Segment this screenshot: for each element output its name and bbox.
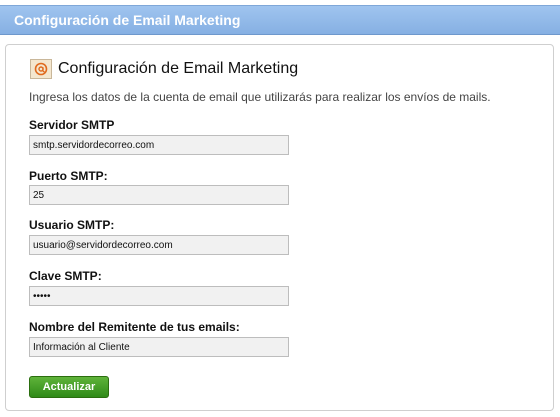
update-button[interactable]: Actualizar — [29, 376, 109, 398]
section-header: Configuración de Email Marketing — [30, 59, 298, 79]
sender-name-label: Nombre del Remitente de tus emails: — [29, 320, 240, 334]
top-bar: Configuración de Email Marketing — [0, 5, 560, 35]
smtp-server-input[interactable] — [29, 135, 289, 155]
section-title: Configuración de Email Marketing — [58, 60, 299, 77]
smtp-password-input[interactable] — [29, 286, 289, 306]
top-bar-title: Configuración de Email Marketing — [14, 12, 241, 28]
smtp-port-input[interactable] — [29, 185, 289, 205]
email-icon — [30, 59, 52, 79]
smtp-server-label: Servidor SMTP — [29, 118, 115, 132]
smtp-user-label: Usuario SMTP: — [29, 218, 115, 232]
settings-panel: Configuración de Email Marketing Ingresa… — [5, 44, 554, 411]
smtp-user-input[interactable] — [29, 235, 289, 255]
smtp-password-label: Clave SMTP: — [29, 269, 102, 283]
sender-name-input[interactable] — [29, 337, 289, 357]
intro-text: Ingresa los datos de la cuenta de email … — [29, 90, 491, 104]
smtp-port-label: Puerto SMTP: — [29, 169, 108, 183]
